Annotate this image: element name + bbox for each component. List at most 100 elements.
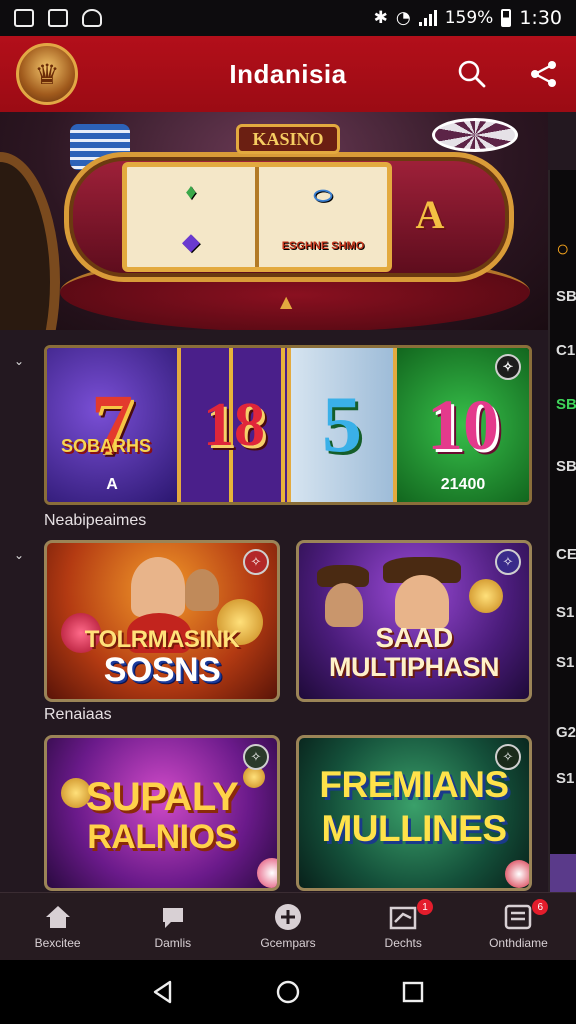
reel-symbol: ◆ xyxy=(182,229,200,254)
card-title: RALNIOS xyxy=(87,818,237,856)
app-logo[interactable]: ♛ xyxy=(16,43,78,105)
chevron-down-icon[interactable]: ⌄ xyxy=(14,548,28,562)
kasino-sign: KASINO xyxy=(236,124,340,154)
slot-reels: ♦ ◆ ⬭ ESGHNE SHMO xyxy=(122,162,392,272)
card-title: SAAD xyxy=(375,622,453,653)
nav-item-home[interactable]: Bexcitee xyxy=(0,893,115,960)
side-panel-item: SB xyxy=(556,288,576,305)
reel-1: ♦ ◆ xyxy=(127,167,259,267)
card-title: MULLINES xyxy=(321,808,507,849)
side-panel-item: SB xyxy=(556,396,576,413)
favorite-icon[interactable]: ✧ xyxy=(243,744,269,770)
chat-icon xyxy=(158,904,188,930)
section-label: Neabipeaimes xyxy=(44,512,147,529)
gallery-notification-icon xyxy=(48,9,68,27)
reel-2: ⬭ ESGHNE SHMO xyxy=(259,167,387,267)
share-icon xyxy=(531,61,556,87)
character-graphic xyxy=(185,569,219,611)
side-panel-item: SB xyxy=(556,458,576,475)
nav-label: Dechts xyxy=(384,935,422,950)
favorite-icon[interactable]: ✧ xyxy=(495,354,521,380)
side-panel-item: S1 xyxy=(556,770,575,787)
side-panel-item: CE xyxy=(556,546,576,563)
nav-item-chat[interactable]: Damlis xyxy=(115,893,230,960)
clock: 1:30 xyxy=(519,7,562,29)
coin-graphic xyxy=(469,579,503,613)
chip-graphic xyxy=(505,860,529,888)
nav-label: Gcempars xyxy=(260,935,316,950)
chip-graphic xyxy=(257,858,277,888)
slot-tile[interactable]: 7 SOBARHS A xyxy=(47,348,177,502)
side-panel-item: G2 xyxy=(556,724,576,741)
game-card[interactable]: SAAD MULTIPHASN ✧ xyxy=(296,540,532,702)
hero-banner[interactable]: A A ♦ ◆ ⬭ ESGHNE SHMO KASINO ▲ xyxy=(0,112,548,330)
tile-big-number: 10 xyxy=(427,384,499,465)
game-card[interactable]: FREMIANS MULLINES ✧ xyxy=(296,735,532,891)
search-icon xyxy=(458,60,486,88)
card-title: SOSNS xyxy=(103,651,221,689)
chevron-down-icon[interactable]: ⌄ xyxy=(14,354,28,368)
nav-item-games[interactable]: Gcempars xyxy=(230,893,345,960)
list-icon xyxy=(503,904,533,930)
side-panel-edge[interactable]: ○ SB C1 SB SB CE S1 S1 G2 S1 xyxy=(548,170,576,892)
slot-tile[interactable]: 10 21400 ✧ xyxy=(393,348,529,502)
character-graphic xyxy=(325,583,363,627)
reel-symbol: ♦ xyxy=(185,179,197,204)
tile-subtitle: 21400 xyxy=(440,476,486,493)
favorite-icon[interactable]: ✧ xyxy=(495,744,521,770)
circle-home-icon xyxy=(276,980,300,1004)
home-icon xyxy=(43,904,73,930)
battery-percent: 159% xyxy=(444,8,494,28)
slot-symbol-right: A xyxy=(415,191,445,237)
side-panel-item: S1 xyxy=(556,604,575,621)
tile-title: SOBARHS xyxy=(61,436,152,456)
bottom-navigation: Bexcitee Damlis Gcempars 1 Dechts 6 Onth… xyxy=(0,892,576,960)
slot-tile[interactable]: 18 xyxy=(177,348,287,502)
favorite-icon[interactable]: ✧ xyxy=(243,549,269,575)
game-card[interactable]: TOLRMASINK SOSNS ✧ xyxy=(44,540,280,702)
character-graphic xyxy=(131,557,185,617)
side-panel-item: C1 xyxy=(556,342,576,359)
character-graphic xyxy=(395,575,449,629)
gamepad-icon xyxy=(273,903,303,930)
recents-icon xyxy=(403,981,424,1003)
back-button[interactable] xyxy=(148,977,178,1007)
game-card[interactable]: SUPALY RALNIOS ✧ xyxy=(44,735,280,891)
app-notification-icon xyxy=(82,9,102,27)
section-label: Renaiaas xyxy=(44,706,112,723)
image-notification-icon xyxy=(14,9,34,27)
poker-chip-graphic xyxy=(432,118,518,152)
roulette-wheel-graphic xyxy=(0,152,60,330)
nav-item-deals[interactable]: 1 Dechts xyxy=(346,893,461,960)
side-panel-accent xyxy=(550,854,576,892)
app-screen: ✱ ◔ 159% 1:30 ♛ Indanisia A A ♦ ◆ xyxy=(0,0,576,1024)
bluetooth-icon: ✱ xyxy=(373,8,388,28)
home-button[interactable] xyxy=(273,977,303,1007)
favorite-icon[interactable]: ✧ xyxy=(495,549,521,575)
gift-icon xyxy=(388,904,418,930)
app-header: ♛ Indanisia xyxy=(0,36,576,112)
notification-badge: 6 xyxy=(532,899,549,915)
slot-tile[interactable]: 5 xyxy=(287,348,393,502)
status-bar: ✱ ◔ 159% 1:30 xyxy=(0,0,576,36)
tile-big-number: 18 xyxy=(203,390,265,459)
recents-button[interactable] xyxy=(398,977,428,1007)
wifi-icon: ◔ xyxy=(395,8,411,28)
featured-slot-strip[interactable]: 7 SOBARHS A 18 5 10 21400 ✧ xyxy=(44,345,532,505)
signal-icon xyxy=(418,10,437,26)
card-title: SUPALY xyxy=(85,775,239,819)
nav-item-more[interactable]: 6 Onthdiame xyxy=(461,893,576,960)
reel-text: ESGHNE SHMO xyxy=(281,239,365,252)
nav-label: Onthdiame xyxy=(489,935,548,950)
nav-label: Bexcitee xyxy=(34,935,81,950)
notification-badge: 1 xyxy=(417,899,434,915)
tile-big-number: 5 xyxy=(322,380,362,469)
back-icon xyxy=(153,980,171,1004)
share-button[interactable] xyxy=(524,54,564,94)
side-panel-item: S1 xyxy=(556,654,575,671)
card-title: MULTIPHASN xyxy=(329,652,500,682)
reel-symbol: ⬭ xyxy=(313,182,333,208)
search-button[interactable] xyxy=(452,54,492,94)
hero-pager-icon: ▲ xyxy=(280,292,293,311)
card-title: FREMIANS xyxy=(319,764,509,805)
